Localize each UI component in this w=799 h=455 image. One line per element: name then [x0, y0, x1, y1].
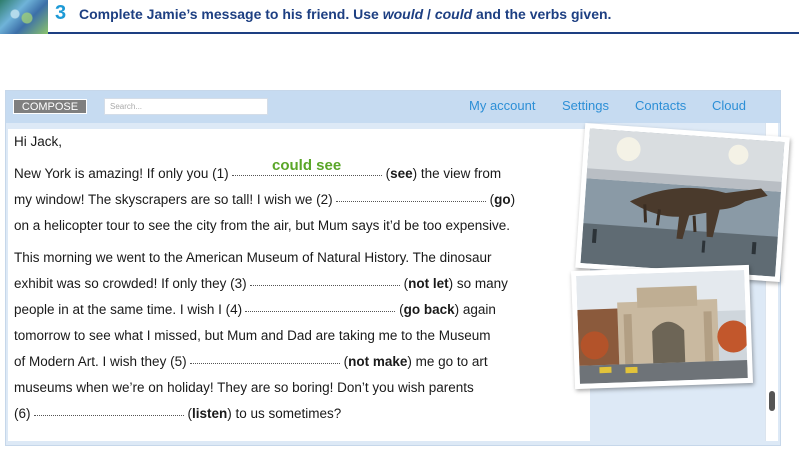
- answer-blank-6[interactable]: [33, 415, 184, 416]
- answer-blank-2[interactable]: [335, 201, 486, 202]
- nav-my-account[interactable]: My account: [469, 98, 535, 113]
- message-line-8: of Modern Art. I wish they (5) (not make)…: [14, 354, 488, 369]
- compose-button[interactable]: COMPOSE: [13, 99, 87, 114]
- search-input[interactable]: [104, 98, 268, 115]
- message-line-5: exhibit was so crowded! If only they (3)…: [14, 276, 508, 291]
- message-line-1: New York is amazing! If only you (1) coul…: [14, 157, 502, 181]
- scrollbar-thumb[interactable]: [769, 391, 775, 411]
- header-divider: [48, 32, 799, 34]
- greeting: Hi Jack,: [14, 134, 63, 149]
- answer-blank-1: could see: [231, 157, 382, 176]
- nav-contacts[interactable]: Contacts: [635, 98, 686, 113]
- message-line-10: (6) (listen) to us sometimes?: [14, 406, 342, 421]
- message-line-6: people in at the same time. I wish I (4)…: [14, 302, 496, 317]
- message-line-9: museums when we’re on holiday! They are …: [14, 380, 474, 395]
- exercise-instruction: Complete Jamie’s message to his friend. …: [79, 6, 612, 22]
- message-line-3: on a helicopter tour to see the city fro…: [14, 218, 511, 233]
- message-line-2: my window! The skyscrapers are so tall! …: [14, 192, 516, 207]
- answer-blank-5[interactable]: [189, 363, 340, 364]
- dinosaur-exhibit-photo: [575, 123, 790, 282]
- example-answer: could see: [272, 157, 342, 174]
- exercise-header: 3 Complete Jamie’s message to his friend…: [0, 0, 799, 34]
- message-line-4: This morning we went to the American Mus…: [14, 250, 492, 265]
- exercise-number: 3: [55, 2, 67, 24]
- answer-blank-3[interactable]: [249, 285, 400, 286]
- message-line-7: tomorrow to see what I missed, but Mum a…: [14, 328, 491, 343]
- thumbnail-image: [0, 0, 48, 34]
- nav-cloud[interactable]: Cloud: [712, 98, 746, 113]
- message-body: Hi Jack, New York is amazing! If only yo…: [8, 129, 590, 441]
- museum-building-photo: [570, 264, 754, 390]
- email-toolbar: COMPOSE My account Settings Contacts Clo…: [6, 91, 780, 123]
- nav-settings[interactable]: Settings: [562, 98, 609, 113]
- answer-blank-4[interactable]: [245, 311, 396, 312]
